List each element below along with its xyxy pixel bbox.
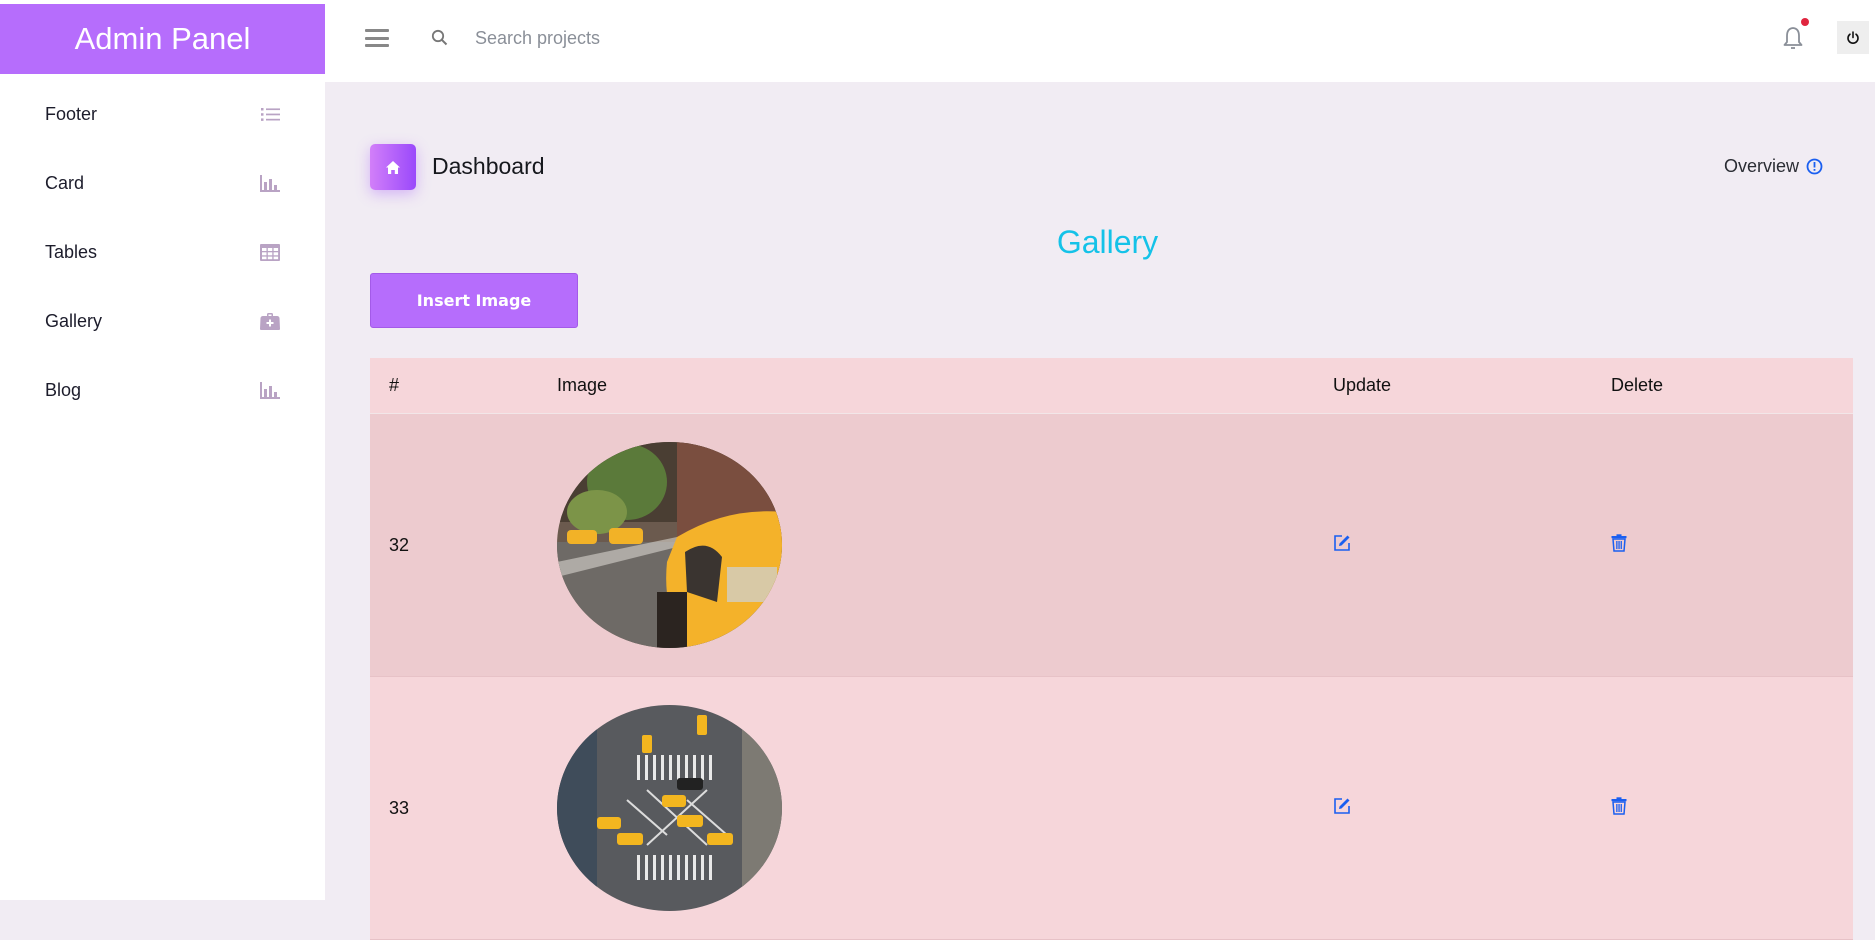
brand-logo[interactable]: Admin Panel xyxy=(0,4,325,74)
medical-bag-icon xyxy=(260,312,280,332)
sidebar-item-label: Footer xyxy=(45,104,98,124)
info-icon xyxy=(1806,158,1823,175)
search-icon xyxy=(431,29,448,51)
sidebar-item-footer[interactable]: Footer xyxy=(0,80,325,149)
table-row: 32 xyxy=(370,414,1853,677)
gallery-table: # Image Update Delete 32 33 xyxy=(370,358,1853,940)
notification-bell-icon[interactable] xyxy=(1782,26,1804,55)
power-icon xyxy=(1847,30,1859,44)
sidebar-item-label: Blog xyxy=(45,380,82,400)
trash-icon[interactable] xyxy=(1611,533,1627,557)
list-icon xyxy=(260,105,280,125)
overview-label: Overview xyxy=(1723,156,1799,176)
page-title: Dashboard xyxy=(432,153,545,179)
trash-icon[interactable] xyxy=(1611,796,1627,820)
power-button[interactable] xyxy=(1837,21,1869,54)
table-row: 33 xyxy=(370,677,1853,940)
insert-image-button[interactable]: Insert Image xyxy=(370,273,578,328)
sidebar-item-label: Card xyxy=(45,173,85,193)
table-header: # Image Update Delete xyxy=(370,358,1853,414)
gallery-image-thumbnail xyxy=(557,442,782,648)
bar-chart-icon xyxy=(260,174,280,194)
sidebar-item-label: Gallery xyxy=(45,311,103,331)
row-id: 32 xyxy=(389,534,410,555)
edit-icon[interactable] xyxy=(1333,797,1351,820)
sidebar-item-label: Tables xyxy=(45,242,98,262)
main-content: Dashboard Overview Gallery Insert Image … xyxy=(325,82,1875,940)
column-header-image: Image xyxy=(557,375,608,395)
table-icon xyxy=(260,243,280,263)
sidebar-item-gallery[interactable]: Gallery xyxy=(0,287,325,356)
section-title: Gallery xyxy=(1056,224,1159,260)
sidebar-item-blog[interactable]: Blog xyxy=(0,356,325,425)
edit-icon[interactable] xyxy=(1333,534,1351,557)
gallery-image-thumbnail xyxy=(557,705,782,911)
home-icon xyxy=(370,144,416,190)
sidebar-item-card[interactable]: Card xyxy=(0,149,325,218)
sidebar: Admin Panel Footer Card Tables Gallery B… xyxy=(0,0,325,900)
search-input[interactable] xyxy=(475,22,875,54)
overview-link[interactable]: Overview xyxy=(1724,156,1823,177)
column-header-delete: Delete xyxy=(1611,375,1664,395)
column-header-id: # xyxy=(389,375,400,395)
notification-badge xyxy=(1801,18,1809,26)
bar-chart-icon xyxy=(260,381,280,401)
top-bar xyxy=(325,0,1875,82)
sidebar-nav: Footer Card Tables Gallery Blog xyxy=(0,80,325,425)
menu-toggle-icon[interactable] xyxy=(365,29,389,47)
column-header-update: Update xyxy=(1333,375,1392,395)
row-id: 33 xyxy=(389,797,410,818)
sidebar-item-tables[interactable]: Tables xyxy=(0,218,325,287)
